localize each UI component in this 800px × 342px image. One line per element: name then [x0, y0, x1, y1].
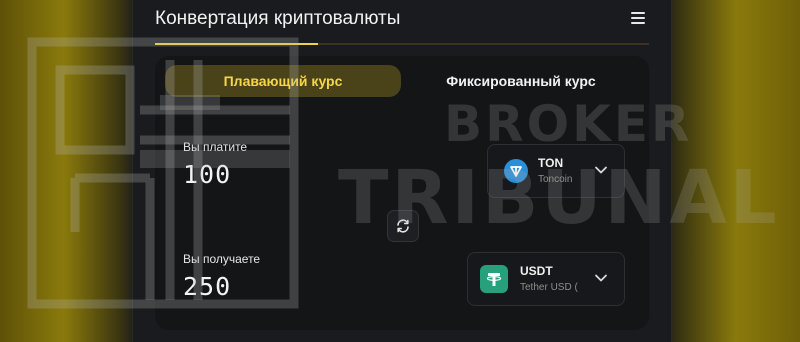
receive-coin-symbol: USDT [520, 264, 553, 278]
ton-icon [504, 159, 528, 183]
header: Конвертация криптовалюты [155, 6, 649, 46]
swap-currencies-button[interactable] [387, 210, 419, 242]
converter-panel: Конвертация криптовалюты Плавающий курс … [132, 0, 672, 342]
send-currency-selector[interactable]: TON Toncoin [487, 144, 625, 198]
tether-icon [480, 265, 508, 293]
send-coin-name: Toncoin [538, 174, 573, 185]
tab-floating-rate[interactable]: Плавающий курс [165, 65, 401, 97]
chevron-down-icon [595, 166, 607, 174]
hamburger-menu-icon[interactable] [631, 12, 645, 24]
rate-tabs: Плавающий курс Фиксированный курс [165, 65, 639, 99]
swap-icon [397, 219, 409, 233]
progress-bar-fill [155, 43, 319, 45]
page-title: Конвертация криптовалюты [155, 8, 401, 29]
exchange-card: Плавающий курс Фиксированный курс Вы пла… [155, 56, 649, 330]
receive-currency-selector[interactable]: USDT Tether USD ( [467, 252, 625, 306]
send-coin-symbol: TON [538, 156, 564, 170]
receive-coin-name: Tether USD ( [520, 282, 578, 293]
chevron-down-icon [595, 274, 607, 282]
tab-fixed-rate[interactable]: Фиксированный курс [403, 65, 639, 97]
progress-bar [155, 43, 649, 45]
